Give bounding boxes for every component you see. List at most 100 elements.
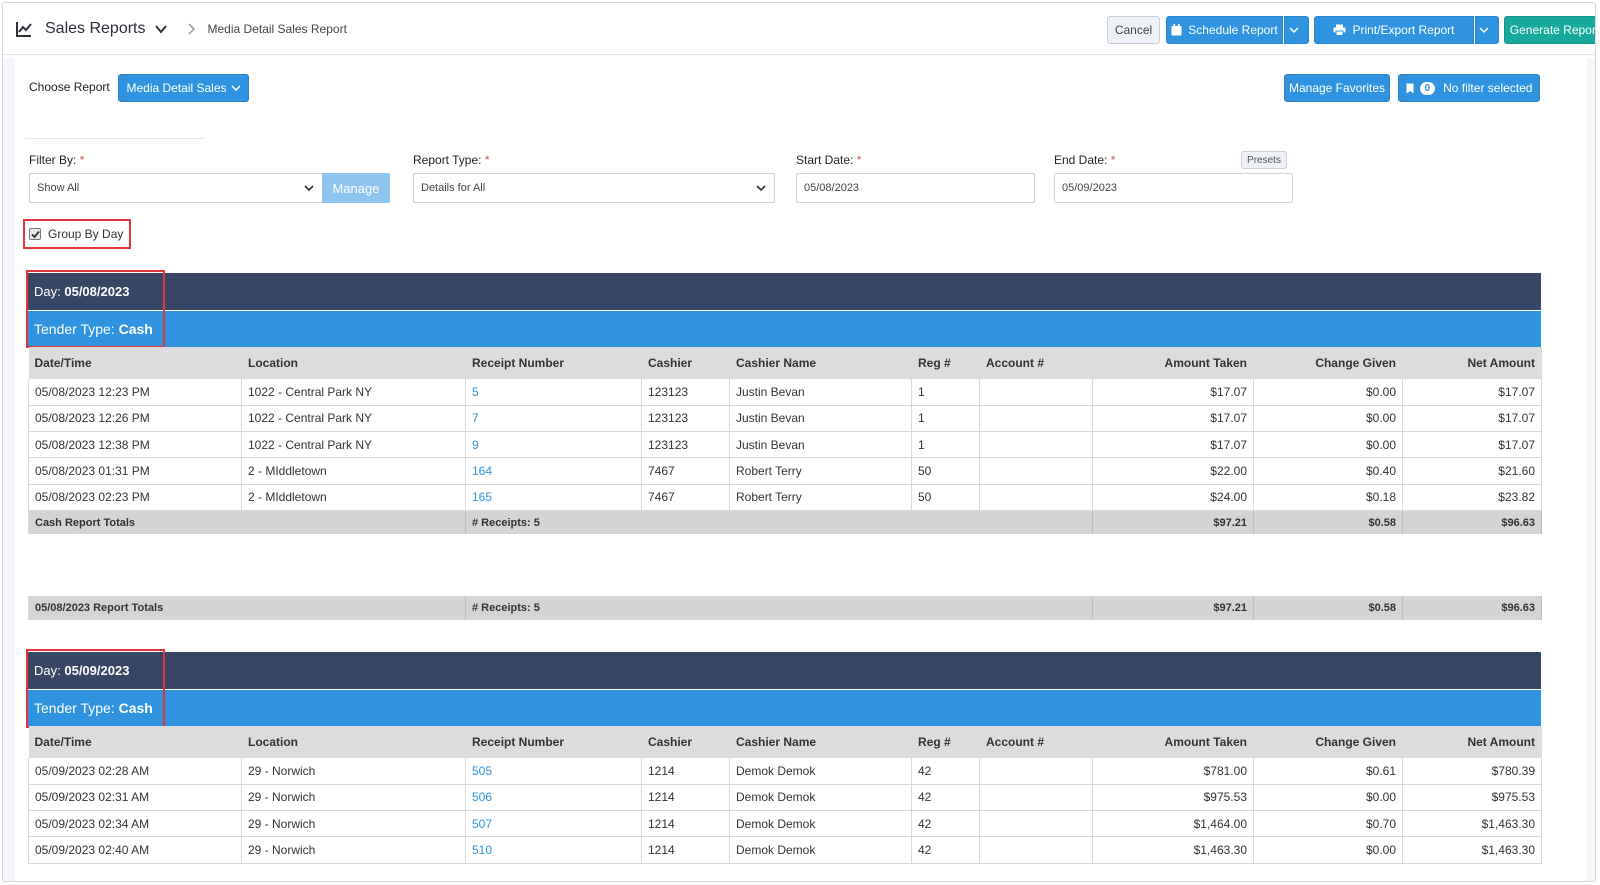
cell-account bbox=[979, 379, 1093, 406]
cell-amount: $1,464.00 bbox=[1092, 810, 1254, 838]
report-type-label: Report Type: * bbox=[413, 153, 490, 167]
cell-account bbox=[979, 484, 1093, 511]
group-by-day-checkbox[interactable] bbox=[29, 228, 41, 240]
cell-datetime: 05/08/2023 01:31 PM bbox=[28, 457, 242, 485]
cell-net: $975.53 bbox=[1402, 784, 1542, 812]
report-panel: Choose Report Media Detail Sales Manage … bbox=[15, 58, 1587, 881]
table-row: 05/09/2023 02:34 AM 29 - Norwich 507 1214 De… bbox=[28, 810, 1542, 838]
table-header-row: Date/Time Location Receipt Number Cashier Ca… bbox=[28, 726, 1542, 758]
column-header: Net Amount bbox=[1402, 726, 1542, 758]
cell-location: 1022 - Central Park NY bbox=[241, 379, 466, 406]
tender-totals-receipts: # Receipts: 5 bbox=[465, 510, 1093, 535]
cell-change: $0.00 bbox=[1253, 405, 1403, 433]
receipt-link[interactable]: 506 bbox=[465, 784, 642, 812]
cell-account bbox=[979, 431, 1093, 459]
receipt-link[interactable]: 165 bbox=[465, 484, 642, 511]
cell-account bbox=[979, 405, 1093, 433]
column-header: Cashier Name bbox=[729, 726, 912, 758]
cell-change: $0.00 bbox=[1253, 836, 1403, 864]
filter-by-select[interactable]: Show All bbox=[29, 173, 323, 203]
report-table: Date/Time Location Receipt Number Cashier Ca… bbox=[28, 726, 1542, 864]
choose-report-dropdown[interactable]: Media Detail Sales bbox=[118, 74, 249, 102]
receipt-link[interactable]: 7 bbox=[465, 405, 642, 433]
cell-net: $17.07 bbox=[1402, 379, 1542, 406]
filter-status-label: No filter selected bbox=[1443, 81, 1533, 95]
end-date-value: 05/09/2023 bbox=[1062, 182, 1118, 194]
cell-amount: $17.07 bbox=[1092, 431, 1254, 459]
cell-cashier-name: Robert Terry bbox=[729, 484, 912, 511]
top-bar: Sales Reports Media Detail Sales Report … bbox=[3, 3, 1595, 55]
receipt-link[interactable]: 510 bbox=[465, 836, 642, 864]
chevron-down-icon[interactable] bbox=[154, 22, 168, 36]
column-header: Cashier bbox=[641, 347, 730, 379]
table-header-row: Date/Time Location Receipt Number Cashier Ca… bbox=[28, 347, 1542, 379]
cell-datetime: 05/08/2023 12:23 PM bbox=[28, 379, 242, 406]
cell-location: 29 - Norwich bbox=[241, 758, 466, 785]
column-header: Account # bbox=[979, 347, 1093, 379]
cell-cashier-name: Justin Bevan bbox=[729, 379, 912, 406]
cell-datetime: 05/08/2023 02:23 PM bbox=[28, 484, 242, 511]
cell-cashier-name: Demok Demok bbox=[729, 758, 912, 785]
chevron-down-icon bbox=[1288, 27, 1299, 34]
column-header: Receipt Number bbox=[465, 347, 642, 379]
app-title[interactable]: Sales Reports bbox=[45, 20, 146, 38]
column-header: Reg # bbox=[911, 347, 980, 379]
start-date-label: Start Date: * bbox=[796, 153, 861, 167]
start-date-input[interactable]: 05/08/2023 bbox=[796, 173, 1035, 203]
cell-amount: $17.07 bbox=[1092, 379, 1254, 406]
schedule-report-dropdown[interactable] bbox=[1284, 16, 1309, 44]
title-area: Sales Reports Media Detail Sales Report bbox=[15, 3, 347, 55]
cell-net: $1,463.30 bbox=[1402, 810, 1542, 838]
generate-report-button[interactable]: Generate Report bbox=[1504, 16, 1595, 44]
schedule-report-button[interactable]: Schedule Report bbox=[1166, 16, 1283, 44]
schedule-report-label: Schedule Report bbox=[1188, 23, 1278, 37]
cell-change: $0.00 bbox=[1253, 379, 1403, 406]
print-export-label: Print/Export Report bbox=[1352, 23, 1455, 37]
choose-report-label: Choose Report bbox=[29, 80, 110, 94]
cell-change: $0.70 bbox=[1253, 810, 1403, 838]
cell-net: $23.82 bbox=[1402, 484, 1542, 511]
print-export-button[interactable]: Print/Export Report bbox=[1314, 16, 1474, 44]
column-header: Location bbox=[241, 347, 466, 379]
chevron-down-icon bbox=[1479, 27, 1489, 34]
cell-location: 29 - Norwich bbox=[241, 810, 466, 838]
print-export-dropdown[interactable] bbox=[1475, 16, 1499, 44]
column-header: Amount Taken bbox=[1092, 347, 1254, 379]
receipt-link[interactable]: 507 bbox=[465, 810, 642, 838]
column-header: Change Given bbox=[1253, 726, 1403, 758]
breadcrumb: Media Detail Sales Report bbox=[207, 22, 347, 36]
cell-datetime: 05/09/2023 02:34 AM bbox=[28, 810, 242, 838]
table-row: 05/09/2023 02:28 AM 29 - Norwich 505 1214 De… bbox=[28, 758, 1542, 785]
cell-reg: 1 bbox=[911, 379, 980, 406]
filter-status-button[interactable]: 0 No filter selected bbox=[1398, 74, 1540, 102]
receipt-link[interactable]: 5 bbox=[465, 379, 642, 406]
report-type-select[interactable]: Details for All bbox=[413, 173, 775, 203]
cell-cashier: 123123 bbox=[641, 379, 730, 406]
manage-favorites-button[interactable]: Manage Favorites bbox=[1284, 74, 1390, 102]
receipt-link[interactable]: 164 bbox=[465, 457, 642, 485]
required-mark: * bbox=[1110, 153, 1116, 167]
receipt-link[interactable]: 9 bbox=[465, 431, 642, 459]
chevron-down-icon bbox=[304, 185, 314, 192]
manage-filter-button[interactable]: Manage bbox=[322, 173, 390, 203]
cancel-button[interactable]: Cancel bbox=[1107, 16, 1160, 44]
cell-cashier: 123123 bbox=[641, 405, 730, 433]
chevron-down-icon bbox=[756, 185, 766, 192]
cell-cashier-name: Robert Terry bbox=[729, 457, 912, 485]
cell-cashier-name: Demok Demok bbox=[729, 810, 912, 838]
cell-net: $780.39 bbox=[1402, 758, 1542, 785]
cell-cashier: 123123 bbox=[641, 431, 730, 459]
presets-button[interactable]: Presets bbox=[1241, 151, 1287, 169]
receipt-link[interactable]: 505 bbox=[465, 758, 642, 785]
cell-account bbox=[979, 784, 1093, 812]
group-by-day-label[interactable]: Group By Day bbox=[48, 227, 123, 241]
cell-location: 29 - Norwich bbox=[241, 784, 466, 812]
tender-totals-change: $0.58 bbox=[1253, 510, 1403, 535]
divider bbox=[25, 138, 205, 139]
end-date-input[interactable]: 05/09/2023 bbox=[1054, 173, 1293, 203]
chevron-down-icon bbox=[231, 85, 241, 92]
column-header: Amount Taken bbox=[1092, 726, 1254, 758]
cell-datetime: 05/08/2023 12:26 PM bbox=[28, 405, 242, 433]
cell-net: $1,463.30 bbox=[1402, 836, 1542, 864]
day-totals-amount: $97.21 bbox=[1092, 596, 1255, 620]
